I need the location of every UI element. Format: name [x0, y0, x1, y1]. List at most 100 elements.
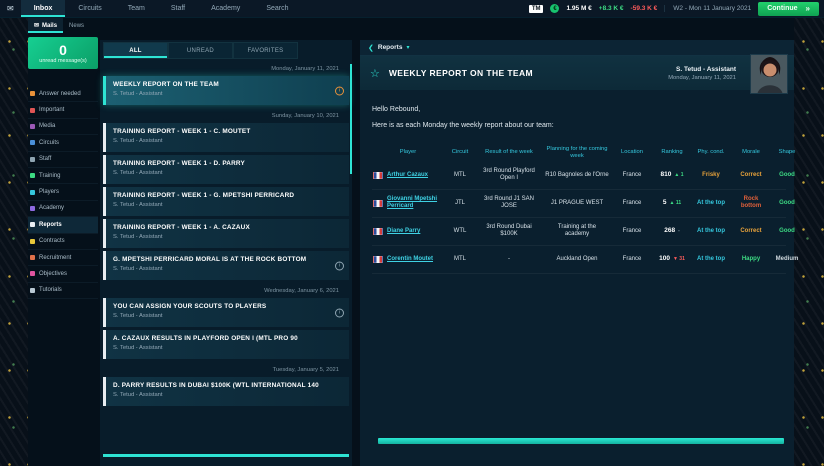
favorite-star-icon[interactable]: ☆: [370, 67, 380, 80]
location-cell: France: [612, 198, 652, 210]
sidebar-item-important[interactable]: Important: [28, 102, 98, 118]
shape-cell: Medium: [772, 254, 802, 266]
sidebar-item-academy[interactable]: Academy: [28, 201, 98, 217]
mail-title: TRAINING REPORT - WEEK 1 - G. MPETSHI PE…: [113, 192, 333, 199]
mail-item[interactable]: WEEKLY REPORT ON THE TEAMS. Tetud - Assi…: [103, 76, 349, 105]
report-body: Hello Rebound, Here is as each Monday th…: [360, 90, 794, 274]
table-row: Corentin MoutetMTL-Auckland OpenFrance10…: [372, 246, 786, 274]
flag-icon-france: [373, 200, 383, 207]
flag-icon-france: [373, 172, 383, 179]
ranking-change: ▲ 11: [670, 200, 682, 206]
tab-news[interactable]: News: [63, 18, 90, 33]
mail-item[interactable]: TRAINING REPORT - WEEK 1 - G. MPETSHI PE…: [103, 187, 349, 216]
sidebar-item-label: Objectives: [39, 271, 67, 277]
top-tab-staff[interactable]: Staff: [158, 0, 198, 17]
report-table-body: Arthur CazauxMTL3rd Round Playford Open …: [372, 162, 786, 274]
location-cell: France: [612, 254, 652, 266]
scrollbar[interactable]: [350, 64, 352, 174]
circuit-cell: WTL: [446, 226, 474, 238]
top-tab-team[interactable]: Team: [115, 0, 158, 17]
mail-item[interactable]: TRAINING REPORT - WEEK 1 - D. PARRYS. Te…: [103, 155, 349, 184]
sidebar-item-tutorials[interactable]: Tutorials: [28, 283, 98, 299]
report-header: ☆ WEEKLY REPORT ON THE TEAM S. Tetud - A…: [360, 56, 794, 90]
player-link[interactable]: Diane Parry: [387, 228, 420, 235]
column-header: Player: [372, 147, 444, 158]
sidebar-item-objectives[interactable]: Objectives: [28, 266, 98, 282]
top-tab-academy[interactable]: Academy: [198, 0, 253, 17]
mail-item[interactable]: TRAINING REPORT - WEEK 1 - A. CAZAUX S. T…: [103, 219, 349, 248]
mail-sender: S. Tetud - Assistant: [113, 202, 333, 208]
ranking-value: 100: [659, 255, 670, 263]
mail-item[interactable]: D. PARRY RESULTS IN DUBAI $100K (WTL INT…: [103, 377, 349, 406]
sidebar-item-label: Tutorials: [39, 287, 62, 293]
filter-tab-favorites[interactable]: FAVORITES: [233, 42, 298, 59]
tab-mails-label: Mails: [42, 23, 57, 29]
expense-value: -59.3 K €: [631, 5, 658, 12]
tab-mails[interactable]: ✉ Mails: [28, 18, 63, 33]
filter-tab-unread[interactable]: UNREAD: [168, 42, 233, 59]
balance-value: 1.95 M €: [566, 5, 591, 12]
info-icon[interactable]: i: [335, 86, 344, 95]
mail-item[interactable]: YOU CAN ASSIGN YOUR SCOUTS TO PLAYERSS. …: [103, 298, 349, 327]
sidebar-item-label: Answer needed: [39, 91, 81, 97]
mail-item[interactable]: A. CAZAUX RESULTS IN PLAYFORD OPEN I (MT…: [103, 330, 349, 359]
result-cell: 3rd Round Dubai $100K: [476, 222, 542, 241]
mail-icon[interactable]: ✉: [0, 0, 21, 17]
mail-title: WEEKLY REPORT ON THE TEAM: [113, 81, 333, 88]
sidebar-item-media[interactable]: Media: [28, 119, 98, 135]
sidebar-item-label: Recruitment: [39, 255, 71, 261]
ranking-cell: 100▼ 31: [654, 253, 690, 265]
decorative-right-border: [794, 18, 824, 466]
sender-block: S. Tetud - Assistant Monday, January 11,…: [668, 66, 736, 81]
player-cell: Diane Parry: [372, 226, 444, 237]
sidebar-item-recruitment[interactable]: Recruitment: [28, 250, 98, 266]
column-header: Morale: [732, 147, 770, 158]
top-tab-search[interactable]: Search: [253, 0, 301, 17]
player-link[interactable]: Giovanni Mpetshi Perricard: [387, 196, 443, 210]
top-tab-inbox[interactable]: Inbox: [21, 0, 66, 17]
sidebar-item-label: Staff: [39, 156, 51, 162]
report-panel: ❮ Reports ▾ ☆ WEEKLY REPORT ON THE TEAM …: [360, 40, 794, 466]
sidebar-item-answer-needed[interactable]: Answer needed: [28, 86, 98, 102]
table-row: Diane ParryWTL3rd Round Dubai $100KTrain…: [372, 218, 786, 246]
sidebar-item-players[interactable]: Players: [28, 184, 98, 200]
date-separator: Wednesday, January 6, 2021: [103, 283, 349, 298]
mail-sender: S. Tetud - Assistant: [113, 234, 333, 240]
filter-tab-all[interactable]: ALL: [103, 42, 168, 59]
morale-cell: Correct: [732, 226, 770, 238]
circuit-cell: JTL: [446, 198, 474, 210]
sidebar-item-reports[interactable]: Reports: [28, 217, 98, 233]
player-link[interactable]: Corentin Moutet: [387, 256, 433, 263]
sidebar-item-contracts[interactable]: Contracts: [28, 234, 98, 250]
player-link[interactable]: Arthur Cazaux: [387, 172, 428, 179]
report-title: WEEKLY REPORT ON THE TEAM: [389, 68, 533, 78]
phy-cell: At the top: [692, 198, 730, 210]
planning-cell: Auckland Open: [544, 254, 610, 266]
mail-title: TRAINING REPORT - WEEK 1 - A. CAZAUX: [113, 224, 333, 231]
mail-item[interactable]: TRAINING REPORT - WEEK 1 - C. MOUTETS. T…: [103, 123, 349, 152]
mail-title: G. MPETSHI PERRICARD MORAL IS AT THE ROC…: [113, 256, 333, 263]
category-icon: [30, 255, 35, 260]
sidebar-item-training[interactable]: Training: [28, 168, 98, 184]
mail-title: A. CAZAUX RESULTS IN PLAYFORD OPEN I (MT…: [113, 335, 333, 342]
chevron-down-icon[interactable]: ▾: [406, 44, 409, 51]
mail-item[interactable]: G. MPETSHI PERRICARD MORAL IS AT THE ROC…: [103, 251, 349, 280]
info-icon[interactable]: i: [335, 261, 344, 270]
info-icon[interactable]: i: [335, 308, 344, 317]
column-header: Planning for the coming week: [544, 144, 610, 162]
ranking-value: 810: [661, 171, 672, 179]
column-header: Phy. cond.: [692, 147, 730, 158]
ranking-change: ▼ 31: [673, 256, 685, 262]
mail-title: TRAINING REPORT - WEEK 1 - D. PARRY: [113, 160, 333, 167]
sidebar-item-staff[interactable]: Staff: [28, 152, 98, 168]
result-cell: -: [476, 254, 542, 266]
top-tabs: InboxCircuitsTeamStaffAcademySearch: [21, 0, 302, 17]
top-tab-circuits[interactable]: Circuits: [65, 0, 114, 17]
continue-button[interactable]: Continue »: [758, 2, 819, 16]
sidebar-item-circuits[interactable]: Circuits: [28, 135, 98, 151]
sidebar-item-label: Players: [39, 189, 59, 195]
result-cell: 3rd Round J1 SAN JOSE: [476, 194, 542, 213]
back-icon[interactable]: ❮: [368, 44, 374, 52]
shape-cell: Good: [772, 198, 802, 210]
category-icon: [30, 190, 35, 195]
